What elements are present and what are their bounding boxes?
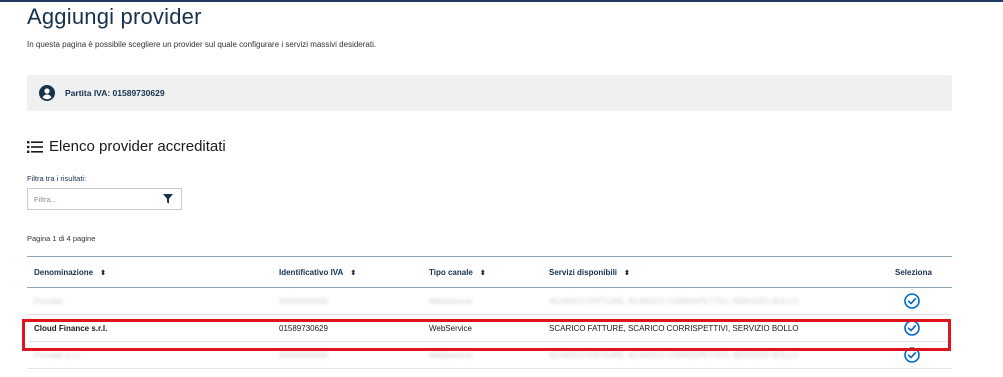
cell-denominazione: Provider: [34, 297, 64, 306]
page-title: Aggiungi provider: [27, 4, 202, 29]
sort-icon[interactable]: ⬍: [350, 270, 356, 277]
top-border: [0, 0, 1003, 2]
cell-identificativo-iva: 00000000000: [279, 351, 328, 360]
column-header-denominazione[interactable]: Denominazione ⬍: [34, 268, 106, 277]
section-title-text: Elenco provider accreditati: [49, 138, 226, 155]
cell-servizi: SCARICO FATTURE, SCARICO CORRISPETTIVI, …: [549, 324, 799, 333]
table-row-selected: Cloud Finance s.r.l. 01589730629 WebServ…: [27, 315, 952, 342]
providers-table: Denominazione ⬍ Identificativo IVA ⬍ Tipo …: [27, 256, 952, 369]
cell-tipo-canale: WebService: [429, 351, 472, 360]
cell-tipo-canale: WebService: [429, 297, 472, 306]
sort-icon[interactable]: ⬍: [624, 270, 630, 277]
cell-identificativo-iva: 00000000000: [279, 297, 328, 306]
page-description: In questa pagina è possibile scegliere u…: [27, 40, 377, 49]
sort-icon[interactable]: ⬍: [100, 270, 106, 277]
table-row: Provider s.r.l. 00000000000 WebService S…: [27, 342, 952, 369]
section-title: Elenco provider accreditati: [27, 138, 226, 155]
table-row: Provider 00000000000 WebService SCARICO …: [27, 288, 952, 315]
column-header-tipo-canale[interactable]: Tipo canale ⬍: [429, 268, 486, 277]
cell-servizi: SCARICO FATTURE, SCARICO CORRISPETTIVI, …: [549, 297, 799, 306]
list-icon: [27, 140, 43, 153]
table-header: Denominazione ⬍ Identificativo IVA ⬍ Tipo …: [27, 256, 952, 288]
column-header-seleziona: Seleziona: [895, 268, 932, 277]
filter-input[interactable]: [34, 193, 154, 205]
cell-identificativo-iva: 01589730629: [279, 324, 328, 333]
funnel-icon[interactable]: [163, 194, 173, 204]
select-check-icon[interactable]: [904, 320, 920, 336]
partita-iva-label: Partita IVA: 01589730629: [65, 88, 165, 98]
filter-label: Filtra tra i risultati:: [27, 174, 87, 183]
cell-tipo-canale: WebService: [429, 324, 472, 333]
partita-iva-panel: Partita IVA: 01589730629: [27, 75, 952, 111]
cell-servizi: SCARICO FATTURE, SCARICO CORRISPETTIVI, …: [549, 351, 799, 360]
select-check-icon[interactable]: [904, 293, 920, 309]
sort-icon[interactable]: ⬍: [480, 270, 486, 277]
user-circle-icon: [39, 85, 55, 101]
column-header-identificativo-iva[interactable]: Identificativo IVA ⬍: [279, 268, 356, 277]
pagination-info: Pagina 1 di 4 pagine: [27, 234, 96, 243]
cell-denominazione: Provider s.r.l.: [34, 351, 81, 360]
column-header-servizi-disponibili[interactable]: Servizi disponibili ⬍: [549, 268, 630, 277]
filter-field[interactable]: [27, 188, 182, 210]
select-check-icon[interactable]: [904, 347, 920, 363]
cell-denominazione: Cloud Finance s.r.l.: [34, 324, 108, 333]
